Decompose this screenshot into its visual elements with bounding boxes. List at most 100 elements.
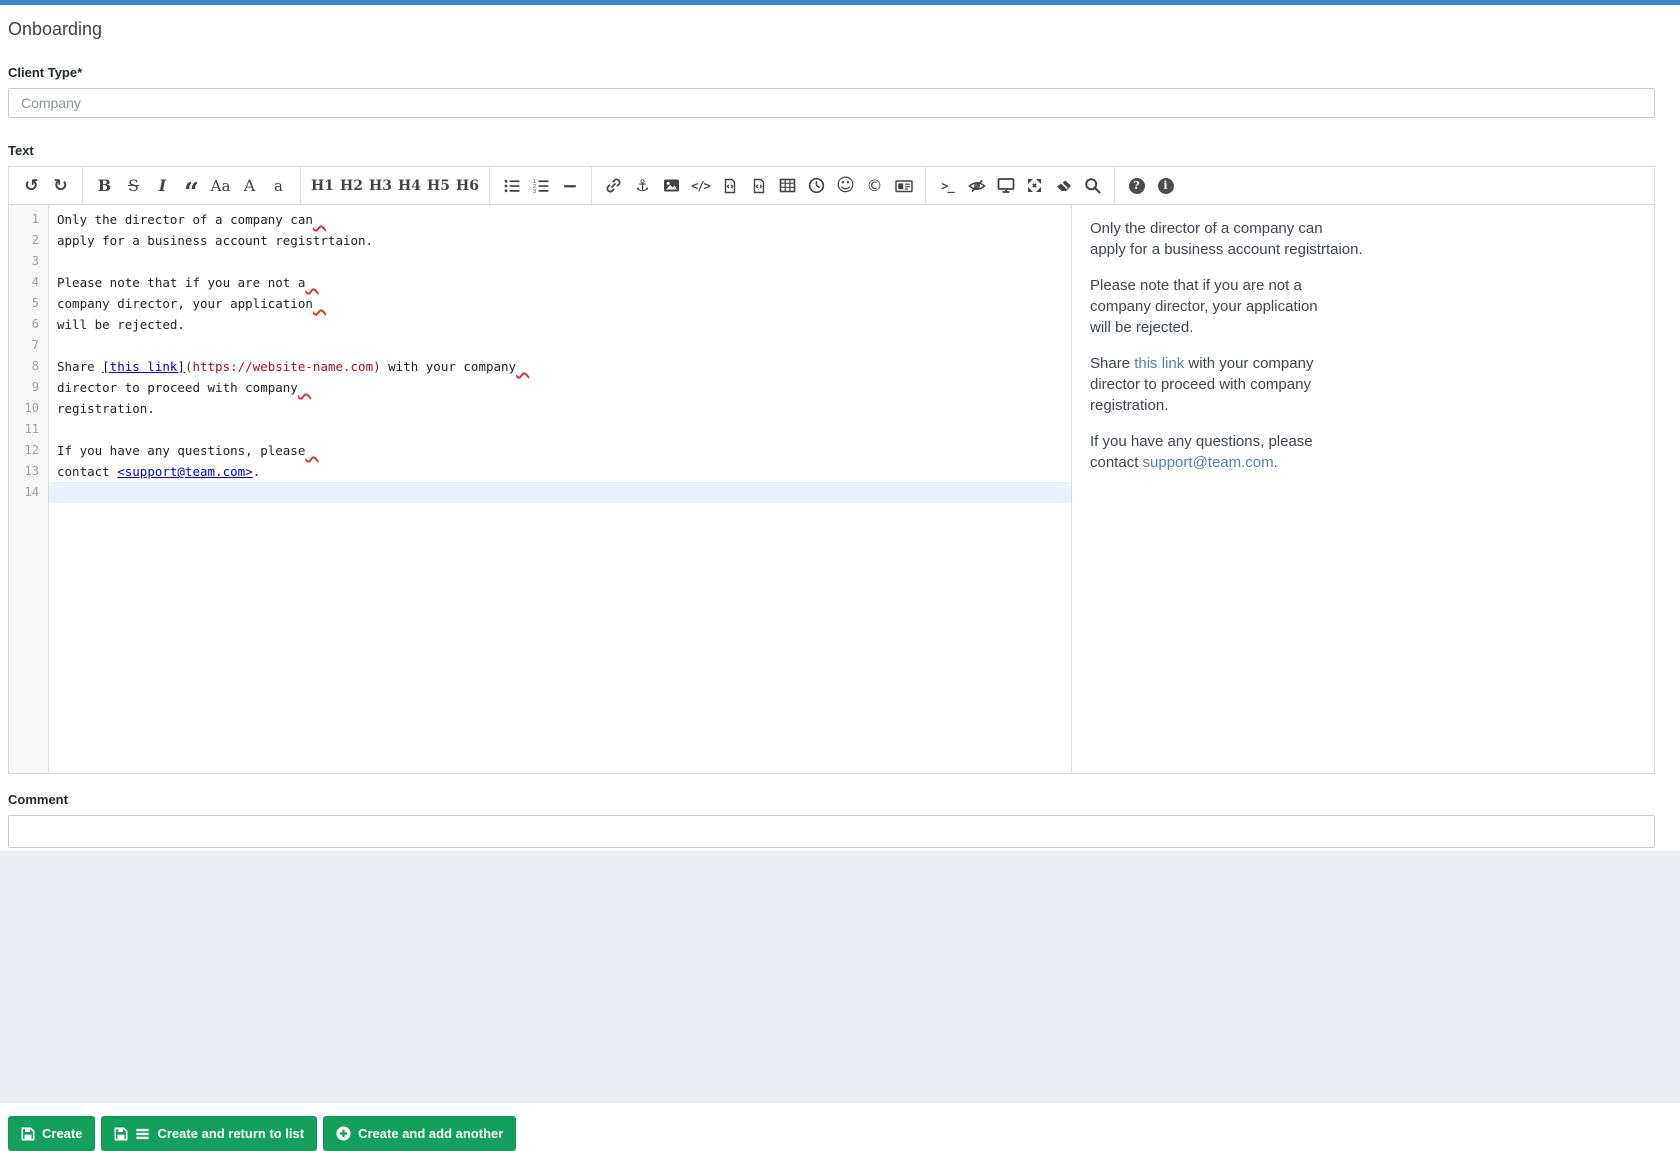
code-line[interactable]: If you have any questions, please xyxy=(49,440,1071,461)
code-text: with your company xyxy=(381,359,516,374)
code-line[interactable]: registration. xyxy=(49,398,1071,419)
trailing-space-marker xyxy=(313,294,326,315)
bold-icon[interactable]: B xyxy=(90,167,119,205)
code-text: . xyxy=(253,464,261,479)
h6-icon[interactable]: H6 xyxy=(453,167,482,205)
preview-text: . xyxy=(1274,454,1278,471)
code-line[interactable]: contact <support@team.com>. xyxy=(49,461,1071,482)
line-number: 5 xyxy=(9,293,39,314)
code-text: registration. xyxy=(57,401,155,416)
image-icon[interactable] xyxy=(657,167,686,205)
italic-icon[interactable]: I xyxy=(148,167,177,205)
toolbar-separator xyxy=(300,167,301,204)
comment-label: Comment xyxy=(8,792,1655,807)
line-number: 8 xyxy=(9,356,39,377)
hide-preview-icon[interactable] xyxy=(962,167,991,205)
fullscreen-icon[interactable] xyxy=(1020,167,1049,205)
line-number: 3 xyxy=(9,251,39,272)
lowercase-icon[interactable]: a xyxy=(264,167,293,205)
line-number: 4 xyxy=(9,272,39,293)
preview-link[interactable]: this link xyxy=(1134,355,1184,372)
trailing-space-marker xyxy=(313,210,326,231)
undo-icon[interactable]: ↺ xyxy=(17,167,46,205)
toolbar-separator xyxy=(82,167,83,204)
trailing-space-marker xyxy=(298,378,311,399)
line-number: 9 xyxy=(9,377,39,398)
code-line[interactable]: will be rejected. xyxy=(49,314,1071,335)
help-icon[interactable]: ? xyxy=(1122,167,1151,205)
monitor-icon[interactable] xyxy=(991,167,1020,205)
preview-paragraph: Please note that if you are not acompany… xyxy=(1090,275,1634,338)
comment-block: Comment xyxy=(8,792,1655,848)
plus-circle-icon xyxy=(336,1126,351,1141)
h2-icon[interactable]: H2 xyxy=(337,167,366,205)
code-line[interactable]: company director, your application xyxy=(49,293,1071,314)
preview-link[interactable]: support@team.com xyxy=(1143,454,1274,471)
unordered-list-icon[interactable] xyxy=(497,167,526,205)
code-line[interactable]: Only the director of a company can xyxy=(49,209,1071,230)
editor-preview: Only the director of a company canapply … xyxy=(1072,205,1654,773)
code-line[interactable]: Please note that if you are not a xyxy=(49,272,1071,293)
editor-gutter: 1234567891011121314 xyxy=(9,205,49,773)
uppercase-icon[interactable]: A xyxy=(235,167,264,205)
svg-text:3: 3 xyxy=(533,189,536,194)
create-button[interactable]: Create xyxy=(8,1116,95,1151)
h4-icon[interactable]: H4 xyxy=(395,167,424,205)
strikethrough-icon[interactable]: S xyxy=(119,167,148,205)
quote-icon[interactable]: “ xyxy=(177,167,206,205)
editor-code-area[interactable]: Only the director of a company can apply… xyxy=(49,205,1072,773)
create-and-return-to-list-button[interactable]: Create and return to list xyxy=(101,1116,317,1151)
preview-text: registration. xyxy=(1090,397,1168,414)
font-size-icon[interactable]: Aa xyxy=(206,167,235,205)
emoji-icon[interactable]: ☺ xyxy=(831,167,860,205)
code-text: Please note that if you are not a xyxy=(57,275,305,290)
preview-paragraph: Only the director of a company canapply … xyxy=(1090,218,1634,260)
code-text: contact xyxy=(57,464,117,479)
toolbar-separator xyxy=(1114,167,1115,204)
text-label: Text xyxy=(8,143,1655,158)
code-line[interactable]: Share [this link](https://website-name.c… xyxy=(49,356,1071,377)
anchor-icon[interactable]: ⚓ xyxy=(628,167,657,205)
terminal-icon[interactable]: >_ xyxy=(933,167,962,205)
line-number: 7 xyxy=(9,335,39,356)
line-number: 12 xyxy=(9,440,39,461)
ordered-list-icon[interactable]: 123 xyxy=(526,167,555,205)
code-line[interactable]: apply for a business account registrtaio… xyxy=(49,230,1071,251)
search-icon[interactable] xyxy=(1078,167,1107,205)
preview-text: Share xyxy=(1090,355,1134,372)
line-number: 2 xyxy=(9,230,39,251)
info-icon[interactable]: i xyxy=(1151,167,1180,205)
trailing-space-marker xyxy=(305,273,318,294)
markdown-editor: ↺↻BSI“AaAaH1H2H3H4H5H6123⚓</>☺©>_?i 1234… xyxy=(8,166,1655,774)
code-text: Share xyxy=(57,359,102,374)
code-line[interactable] xyxy=(49,419,1071,440)
code-line[interactable] xyxy=(49,251,1071,272)
comment-input[interactable] xyxy=(8,815,1655,848)
code-line[interactable]: director to proceed with company xyxy=(49,377,1071,398)
h1-icon[interactable]: H1 xyxy=(308,167,337,205)
top-accent-bar xyxy=(0,0,1680,5)
create-and-add-another-button[interactable]: Create and add another xyxy=(323,1116,516,1151)
trailing-space-marker xyxy=(305,441,318,462)
file-code-alt-icon[interactable] xyxy=(744,167,773,205)
code-text: apply for a business account registrtaio… xyxy=(57,233,373,248)
file-code-icon[interactable] xyxy=(715,167,744,205)
horizontal-rule-icon[interactable] xyxy=(555,167,584,205)
redo-icon[interactable]: ↻ xyxy=(46,167,75,205)
code-icon[interactable]: </> xyxy=(686,167,715,205)
line-number: 1 xyxy=(9,209,39,230)
markdown-link-url: (https://website-name.com) xyxy=(185,359,381,374)
code-line-active[interactable] xyxy=(49,482,1071,503)
client-type-input[interactable] xyxy=(8,88,1655,118)
table-icon[interactable] xyxy=(773,167,802,205)
clock-icon[interactable] xyxy=(802,167,831,205)
line-number: 10 xyxy=(9,398,39,419)
code-line[interactable] xyxy=(49,335,1071,356)
eraser-icon[interactable] xyxy=(1049,167,1078,205)
h3-icon[interactable]: H3 xyxy=(366,167,395,205)
h5-icon[interactable]: H5 xyxy=(424,167,453,205)
copyright-icon[interactable]: © xyxy=(860,167,889,205)
keyboard-icon[interactable] xyxy=(889,167,918,205)
link-icon[interactable] xyxy=(599,167,628,205)
page-title: Onboarding xyxy=(8,19,1655,40)
